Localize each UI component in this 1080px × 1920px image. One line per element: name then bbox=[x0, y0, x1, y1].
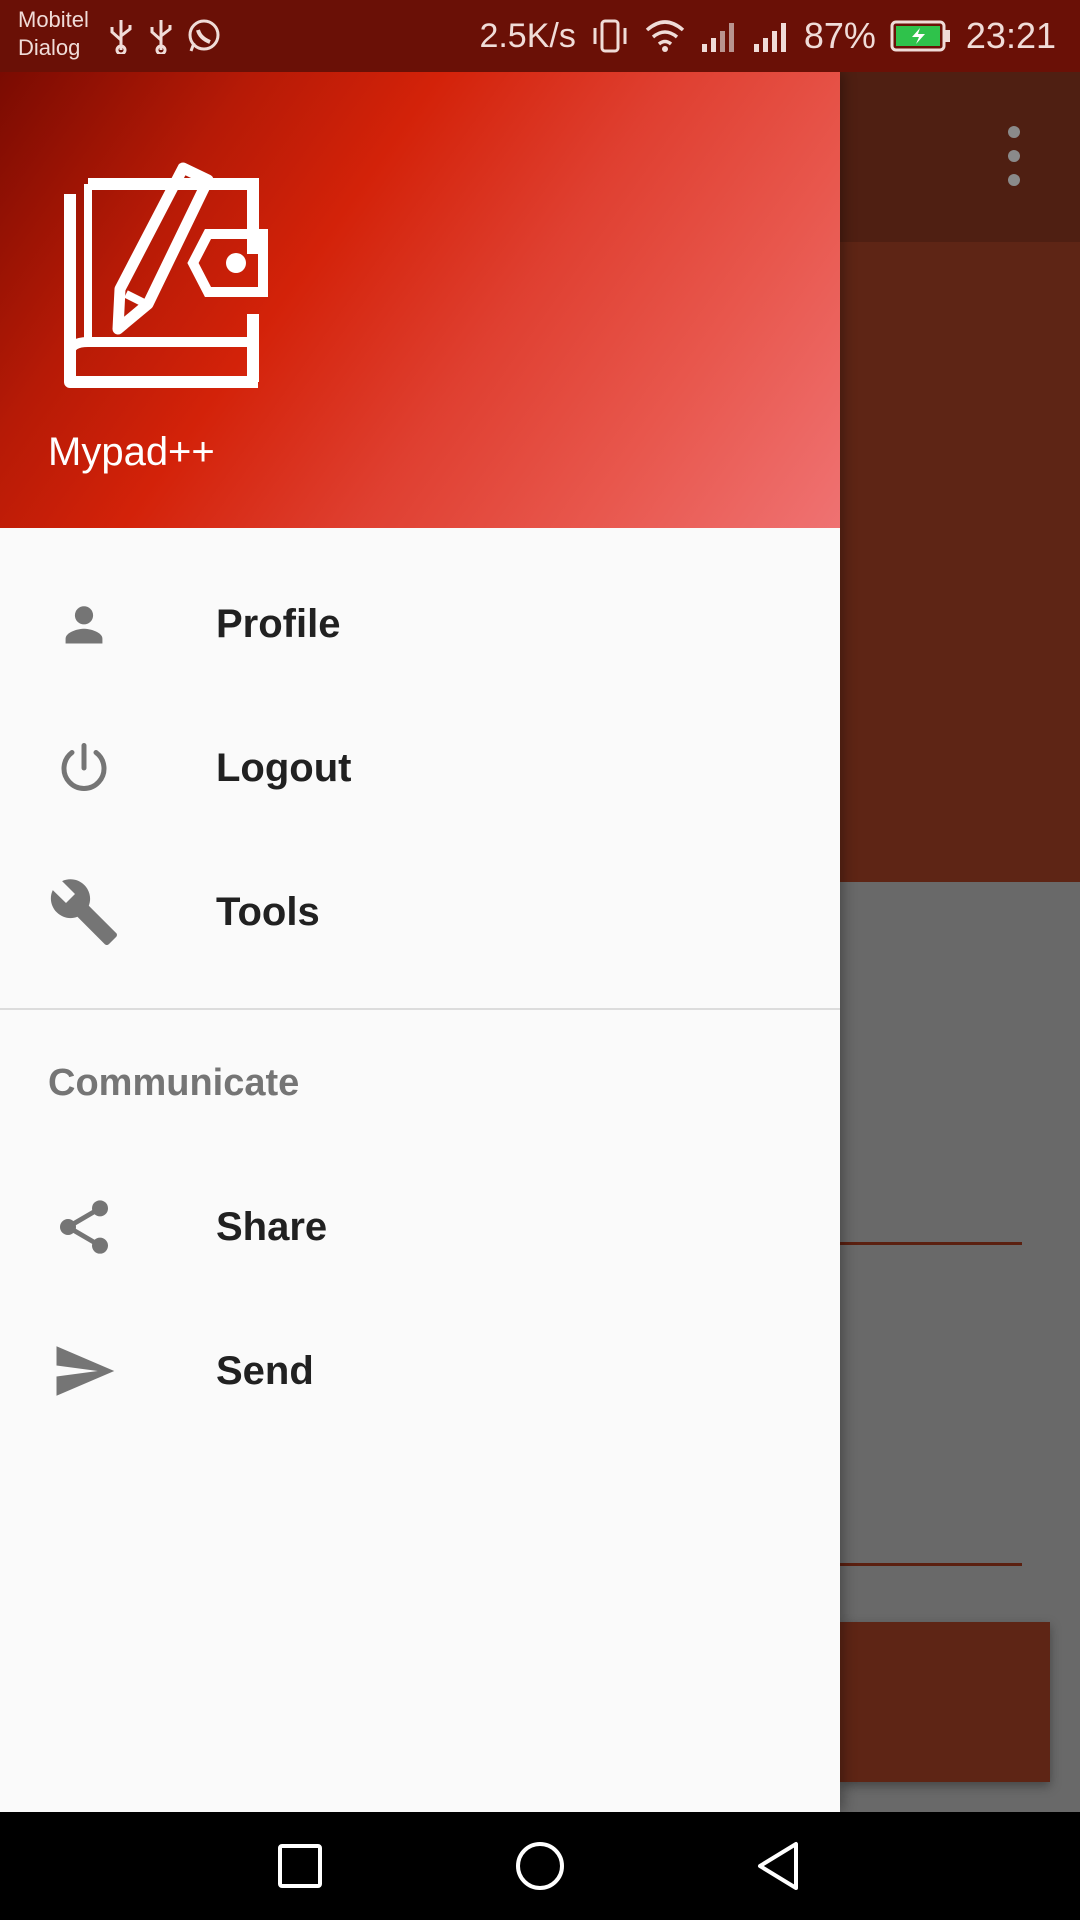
vibrate-icon bbox=[593, 19, 627, 53]
drawer-header: Mypad++ bbox=[0, 72, 840, 528]
power-icon bbox=[44, 738, 124, 798]
back-icon[interactable] bbox=[750, 1836, 810, 1896]
signal-icon bbox=[701, 23, 734, 52]
app-action-button[interactable] bbox=[840, 1622, 1050, 1782]
drawer-item-label: Send bbox=[216, 1349, 314, 1393]
drawer-item-send[interactable]: Send bbox=[0, 1299, 840, 1443]
overflow-menu-icon[interactable] bbox=[994, 126, 1034, 186]
section-header: Communicate bbox=[48, 1062, 300, 1104]
wifi-icon bbox=[645, 20, 685, 52]
wrench-icon bbox=[44, 879, 124, 945]
usb-icon bbox=[110, 20, 132, 54]
navigation-bar bbox=[0, 1812, 1080, 1920]
carrier-label: Dialog bbox=[18, 35, 81, 60]
home-icon[interactable] bbox=[510, 1836, 570, 1896]
drawer-item-tools[interactable]: Tools bbox=[0, 840, 840, 984]
drawer-item-share[interactable]: Share bbox=[0, 1155, 840, 1299]
drawer-item-label: Logout bbox=[216, 746, 352, 790]
clock: 23:21 bbox=[965, 15, 1056, 56]
battery-charging-icon bbox=[890, 20, 952, 52]
drawer-item-label: Tools bbox=[216, 890, 320, 934]
network-speed: 2.5K/s bbox=[479, 16, 576, 55]
carrier-names: Mobitel Dialog bbox=[18, 6, 89, 62]
input-underline bbox=[840, 1563, 1022, 1566]
notebook-pen-icon bbox=[64, 162, 268, 388]
drawer-item-logout[interactable]: Logout bbox=[0, 696, 840, 840]
input-underline bbox=[840, 1242, 1022, 1245]
notification-icons bbox=[106, 18, 222, 54]
whatsapp-icon bbox=[188, 19, 220, 52]
battery-percent: 87% bbox=[803, 15, 876, 56]
signal-icon bbox=[753, 23, 786, 52]
status-bar: Mobitel Dialog 2.5K/s 87% 23:21 bbox=[0, 0, 1080, 72]
drawer-item-label: Share bbox=[216, 1205, 328, 1249]
app-name: Mypad++ bbox=[48, 430, 215, 474]
share-icon bbox=[44, 1197, 124, 1257]
send-icon bbox=[44, 1341, 124, 1401]
drawer-item-label: Profile bbox=[216, 602, 341, 646]
carrier-label: Mobitel bbox=[18, 7, 89, 32]
drawer-item-profile[interactable]: Profile bbox=[0, 552, 840, 696]
navigation-drawer: Mypad++ Profile Logout Tools Communicate… bbox=[0, 72, 840, 1812]
usb-icon bbox=[150, 20, 172, 54]
status-indicators: 2.5K/s 87% 23:21 bbox=[479, 0, 1056, 72]
recents-icon[interactable] bbox=[270, 1836, 330, 1896]
drawer-divider bbox=[0, 1008, 840, 1010]
person-icon bbox=[44, 594, 124, 654]
